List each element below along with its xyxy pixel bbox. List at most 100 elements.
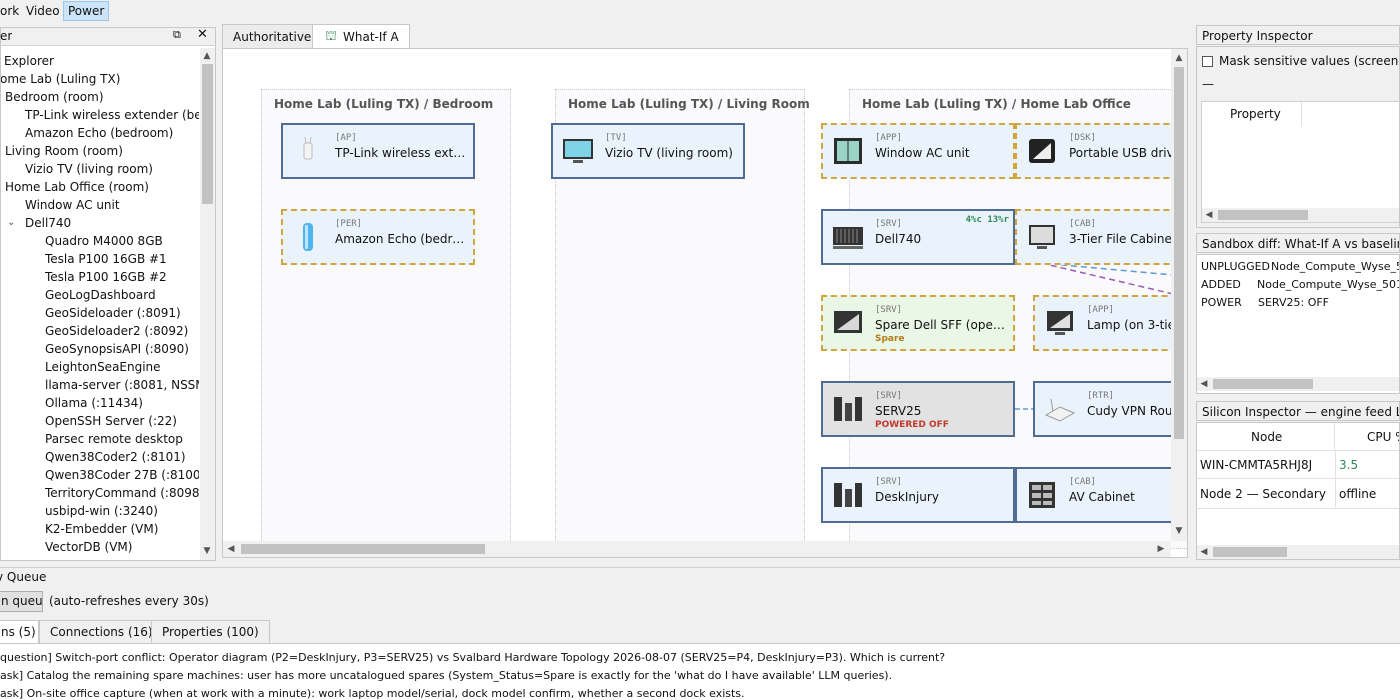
tree-item[interactable]: OpenSSH Server (:22) <box>45 412 177 430</box>
tree-item[interactable]: Vizio TV (living room) <box>25 160 153 178</box>
tab-what-if-a[interactable]: ⛫ What-If A <box>312 24 410 49</box>
tab-label: What-If A <box>343 30 399 44</box>
diff-text: Node_Compute_Wyse_5010 <box>1257 278 1400 291</box>
scroll-left-icon[interactable]: ◀ <box>1198 378 1210 390</box>
tab-properties[interactable]: Properties (100) <box>151 620 270 643</box>
tree-item[interactable]: llama-server (:8081, NSSM ... <box>45 376 199 394</box>
scroll-thumb[interactable] <box>241 544 485 554</box>
device-card[interactable]: [SRV] Spare Dell SFF (opened... Spare <box>821 295 1015 351</box>
column-header-cpu[interactable]: CPU % <box>1335 423 1399 451</box>
table-row[interactable]: WIN-CMMTA5RHJ8J 3.5 <box>1197 451 1399 479</box>
device-card[interactable]: [AP] TP-Link wireless exten... <box>281 123 475 179</box>
tree-item[interactable]: K2-Embedder (VM) <box>45 520 158 538</box>
device-name: Vizio TV (living room) <box>605 146 733 160</box>
scroll-left-icon[interactable]: ◀ <box>225 543 237 555</box>
tree-item[interactable]: Explorer <box>4 52 54 70</box>
tree-item[interactable]: GeoLogDashboard <box>45 286 156 304</box>
tree-item[interactable]: Tesla P100 16GB #2 <box>45 268 167 286</box>
device-tag: [CAB] <box>1069 477 1097 487</box>
diff-op: ADDED <box>1201 278 1241 291</box>
device-tag: [APP] <box>875 133 903 143</box>
scroll-down-icon[interactable]: ▼ <box>201 545 213 557</box>
tab-connections[interactable]: Connections (16) <box>39 620 164 643</box>
scroll-thumb[interactable] <box>1213 379 1313 389</box>
device-tag: [SRV] <box>875 477 903 487</box>
scroll-up-icon[interactable]: ▲ <box>1173 52 1185 64</box>
tree-item[interactable]: usbipd-win (:3240) <box>45 502 158 520</box>
scroll-down-icon[interactable]: ▼ <box>1173 525 1185 537</box>
tab-questions[interactable]: ns (5) <box>0 620 39 644</box>
device-card[interactable]: [RTR] Cudy VPN Router <box>1033 381 1187 437</box>
silicon-inspector-header: Silicon Inspector — engine feed LIVE ( <box>1196 401 1400 421</box>
scroll-right-icon[interactable]: ▶ <box>1155 543 1167 555</box>
tree-item[interactable]: Bedroom (room) <box>5 88 104 106</box>
silicon-hscrollbar[interactable]: ◀ <box>1197 545 1399 559</box>
device-card[interactable]: [SRV] SERV25 POWERED OFF <box>821 381 1015 437</box>
table-row[interactable]: Node 2 — Secondary offline <box>1197 479 1399 509</box>
tree-item[interactable]: TP-Link wireless extender (bed... <box>25 106 199 124</box>
smart-speaker-icon <box>303 223 313 251</box>
cabinet-icon <box>1029 482 1055 508</box>
menu-power[interactable]: Power <box>63 1 110 21</box>
tree-item[interactable]: Tesla P100 16GB #1 <box>45 250 167 268</box>
menu-network[interactable]: ork <box>0 1 23 21</box>
tree-item[interactable]: Living Room (room) <box>5 142 123 160</box>
scroll-up-icon[interactable]: ▲ <box>201 50 213 62</box>
device-card[interactable]: [APP] Window AC unit <box>821 123 1015 179</box>
explorer-scrollbar[interactable]: ▲ ▼ <box>200 48 215 560</box>
device-card[interactable]: [CAB] 3-Tier File Cabinet <box>1015 209 1187 265</box>
menu-bar: ork Video Power <box>0 0 1400 22</box>
scroll-thumb[interactable] <box>1174 67 1184 439</box>
scroll-left-icon[interactable]: ◀ <box>1203 209 1215 221</box>
tree-item[interactable]: GeoSideloader2 (:8092) <box>45 322 188 340</box>
tree-item[interactable]: Amazon Echo (bedroom) <box>25 124 173 142</box>
tree-item[interactable]: GeoSynopsisAPI (:8090) <box>45 340 189 358</box>
mask-checkbox[interactable] <box>1202 56 1213 67</box>
cell-divider <box>1335 451 1336 479</box>
device-card[interactable]: [PER] Amazon Echo (bedroom) <box>281 209 475 265</box>
refresh-queue-button[interactable]: n queue <box>0 591 43 612</box>
tree-item[interactable]: GeoSideloader (:8091) <box>45 304 181 322</box>
tree-item[interactable]: Qwen38Coder2 (:8101) <box>45 448 186 466</box>
close-icon[interactable]: ✕ <box>197 27 208 42</box>
tree-item[interactable]: Home Lab Office (room) <box>5 178 149 196</box>
canvas-hscrollbar[interactable]: ◀ ▶ <box>223 541 1171 557</box>
tree-item[interactable]: Ollama (:11434) <box>45 394 143 412</box>
menu-video[interactable]: Video <box>22 1 64 21</box>
list-item[interactable]: question] Switch-port conflict: Operator… <box>0 649 945 667</box>
device-card[interactable]: [SRV] Dell740 4%c 13%r <box>821 209 1015 265</box>
canvas-vscrollbar[interactable]: ▲ ▼ <box>1171 49 1187 541</box>
column-label: Property <box>1230 107 1281 121</box>
tree-item[interactable]: Dell740 <box>25 214 71 232</box>
tree-item[interactable]: ome Lab (Luling TX) <box>1 70 120 88</box>
tree-item[interactable]: Parsec remote desktop <box>45 430 183 448</box>
scroll-thumb[interactable] <box>202 64 213 204</box>
explorer-title: er <box>0 29 13 43</box>
list-item[interactable]: ask] On-site office capture (when at wor… <box>0 685 745 700</box>
tree-item[interactable]: Quadro M4000 8GB <box>45 232 163 250</box>
sandbox-diff-header: Sandbox diff: What-If A vs baseline <box>1196 233 1400 253</box>
device-card[interactable]: [SRV] DeskInjury <box>821 467 1015 523</box>
device-card[interactable]: [CAB] AV Cabinet <box>1015 467 1187 523</box>
column-header-node[interactable]: Node <box>1197 423 1335 451</box>
tree-item[interactable]: VectorDB (VM) <box>45 538 132 556</box>
device-card[interactable]: [APP] Lamp (on 3-tier c <box>1033 295 1187 351</box>
property-column-header[interactable]: Property <box>1202 102 1302 126</box>
list-item[interactable]: ask] Catalog the remaining spare machine… <box>0 667 892 685</box>
property-hscrollbar[interactable]: ◀ <box>1202 208 1399 222</box>
tab-authoritative[interactable]: Authoritative <box>222 24 323 48</box>
diff-hscrollbar[interactable]: ◀ <box>1197 377 1399 391</box>
scroll-left-icon[interactable]: ◀ <box>1198 546 1210 558</box>
server-icon <box>833 227 863 249</box>
tree-item[interactable]: LeightonSeaEngine <box>45 358 161 376</box>
device-card[interactable]: [DSK] Portable USB drive ( <box>1015 123 1187 179</box>
tree-item[interactable]: Qwen38Coder 27B (:8100) <box>45 466 199 484</box>
device-card[interactable]: [TV] Vizio TV (living room) <box>551 123 745 179</box>
topology-canvas[interactable]: Home Lab (Luling TX) / Bedroom Home Lab … <box>222 48 1188 558</box>
chevron-down-icon[interactable]: ⌄ <box>7 214 15 232</box>
scroll-thumb[interactable] <box>1213 547 1287 557</box>
tree-item[interactable]: TerritoryCommand (:8098) <box>45 484 199 502</box>
tree-item[interactable]: Window AC unit <box>25 196 120 214</box>
scroll-thumb[interactable] <box>1218 210 1308 220</box>
float-icon[interactable]: ⧉ <box>173 28 181 42</box>
